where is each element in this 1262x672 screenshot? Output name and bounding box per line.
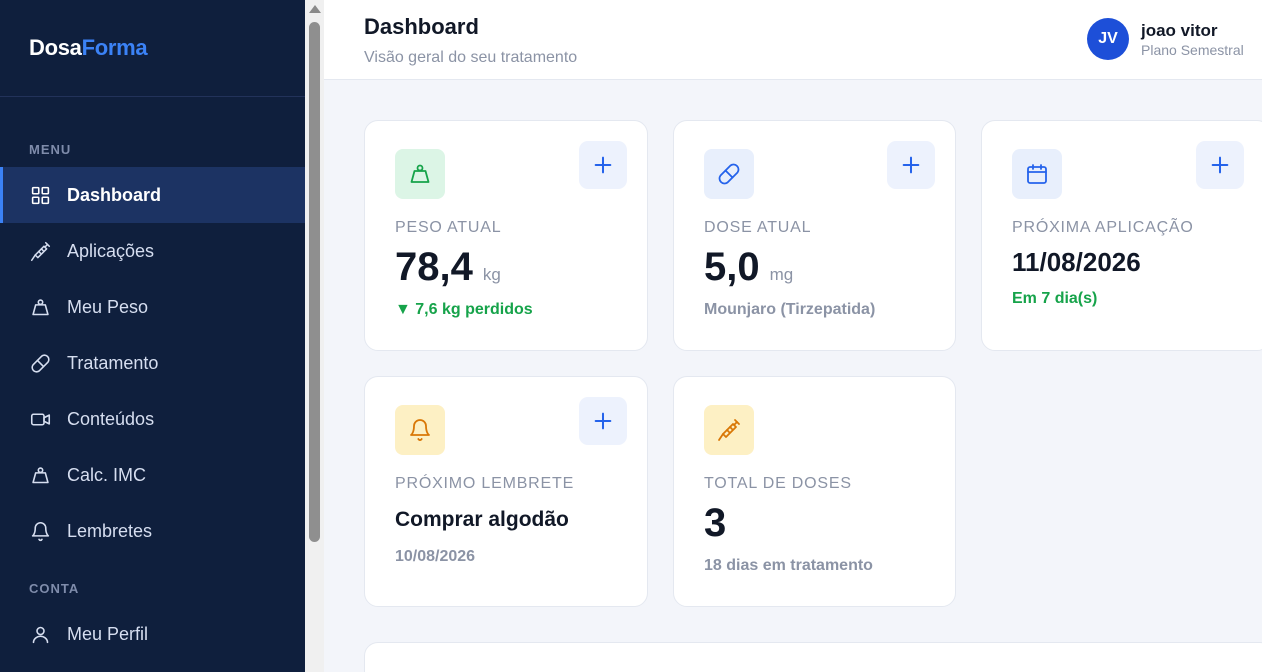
scroll-up-arrow-icon[interactable] xyxy=(309,5,321,13)
brand-name-part2: Forma xyxy=(81,35,148,60)
syringe-icon xyxy=(29,240,51,262)
sidebar-scrollbar[interactable] xyxy=(305,0,324,672)
sidebar-item-calc-imc[interactable]: Calc. IMC xyxy=(0,447,305,503)
page-title: Dashboard xyxy=(364,14,479,39)
plus-icon xyxy=(1211,156,1229,174)
weight-icon xyxy=(395,149,445,199)
treatment-days: 18 dias em tratamento xyxy=(704,557,873,574)
calendar-icon xyxy=(1012,149,1062,199)
dose-value: 5,0 xyxy=(704,245,760,289)
card-proxima-aplicacao: PRÓXIMA APLICAÇÃO 11/08/2026 Em 7 dia(s) xyxy=(981,120,1262,351)
sidebar-item-conteudos[interactable]: Conteúdos xyxy=(0,391,305,447)
card-bottom-section xyxy=(364,642,1262,672)
card-total-doses: TOTAL DE DOSES 3 18 dias em tratamento xyxy=(673,376,956,607)
card-label: DOSE ATUAL xyxy=(704,219,812,236)
sidebar-item-tratamento[interactable]: Tratamento xyxy=(0,335,305,391)
add-peso-button[interactable] xyxy=(579,141,627,189)
dose-unit: mg xyxy=(769,265,794,284)
conta-section-label: CONTA xyxy=(29,581,80,596)
bell-icon xyxy=(29,520,51,542)
sidebar: Dosa Forma MENU Dashboard Aplicações Meu … xyxy=(0,0,305,672)
card-label: PRÓXIMO LEMBRETE xyxy=(395,475,575,492)
card-label: TOTAL DE DOSES xyxy=(704,475,852,492)
add-lembrete-button[interactable] xyxy=(579,397,627,445)
page-subtitle: Visão geral do seu tratamento xyxy=(364,49,578,66)
bell-icon xyxy=(395,405,445,455)
page-header: Dashboard Visão geral do seu tratamento … xyxy=(324,0,1262,80)
aplicacao-countdown: Em 7 dia(s) xyxy=(1012,290,1098,307)
sidebar-item-meu-perfil[interactable]: Meu Perfil xyxy=(0,606,305,662)
card-dose-atual: DOSE ATUAL 5,0 mg Mounjaro (Tirzepatida) xyxy=(673,120,956,351)
sidebar-item-label: Dashboard xyxy=(67,184,162,205)
add-aplicacao-button[interactable] xyxy=(1196,141,1244,189)
sidebar-item-label: Meu Perfil xyxy=(67,623,149,644)
doses-count: 3 xyxy=(704,501,727,545)
peso-change: ▼ 7,6 kg perdidos xyxy=(395,301,533,318)
card-label: PESO ATUAL xyxy=(395,219,502,236)
sidebar-item-aplicacoes[interactable]: Aplicações xyxy=(0,223,305,279)
sidebar-item-label: Aplicações xyxy=(67,240,155,261)
medication-name: Mounjaro (Tirzepatida) xyxy=(704,301,876,318)
brand-logo[interactable]: Dosa Forma xyxy=(0,0,305,97)
user-icon xyxy=(29,623,51,645)
lembrete-title: Comprar algodão xyxy=(395,508,569,531)
sidebar-item-label: Meu Peso xyxy=(67,296,149,317)
aplicacao-date: 11/08/2026 xyxy=(1012,247,1141,277)
weight-icon xyxy=(29,464,51,486)
card-proximo-lembrete: PRÓXIMO LEMBRETE Comprar algodão 10/08/2… xyxy=(364,376,648,607)
plus-icon xyxy=(594,412,612,430)
sidebar-item-label: Calc. IMC xyxy=(67,464,147,485)
scroll-thumb[interactable] xyxy=(309,22,320,542)
lembrete-date: 10/08/2026 xyxy=(395,548,476,565)
user-plan: Plano Semestral xyxy=(1141,42,1244,58)
plus-icon xyxy=(902,156,920,174)
video-icon xyxy=(29,408,51,430)
avatar[interactable]: JV xyxy=(1087,18,1129,60)
weight-icon xyxy=(29,296,51,318)
user-name[interactable]: joao vitor xyxy=(1141,21,1218,41)
sidebar-item-lembretes[interactable]: Lembretes xyxy=(0,503,305,559)
brand-name-part1: Dosa xyxy=(29,35,82,60)
card-label: PRÓXIMA APLICAÇÃO xyxy=(1012,219,1194,236)
pill-icon xyxy=(704,149,754,199)
card-value: 78,4 kg xyxy=(395,245,501,290)
menu-section-label: MENU xyxy=(29,142,72,157)
sidebar-item-label: Tratamento xyxy=(67,352,159,373)
sidebar-item-label: Lembretes xyxy=(67,520,153,541)
card-value: 5,0 mg xyxy=(704,245,793,290)
add-dose-button[interactable] xyxy=(887,141,935,189)
sidebar-item-label: Conteúdos xyxy=(67,408,155,429)
syringe-icon xyxy=(704,405,754,455)
peso-value: 78,4 xyxy=(395,245,473,289)
plus-icon xyxy=(594,156,612,174)
sidebar-item-dashboard[interactable]: Dashboard xyxy=(0,167,305,223)
peso-unit: kg xyxy=(482,265,501,284)
pill-icon xyxy=(29,352,51,374)
card-peso-atual: PESO ATUAL 78,4 kg ▼ 7,6 kg perdidos xyxy=(364,120,648,351)
sidebar-item-meu-peso[interactable]: Meu Peso xyxy=(0,279,305,335)
grid-icon xyxy=(29,184,51,206)
